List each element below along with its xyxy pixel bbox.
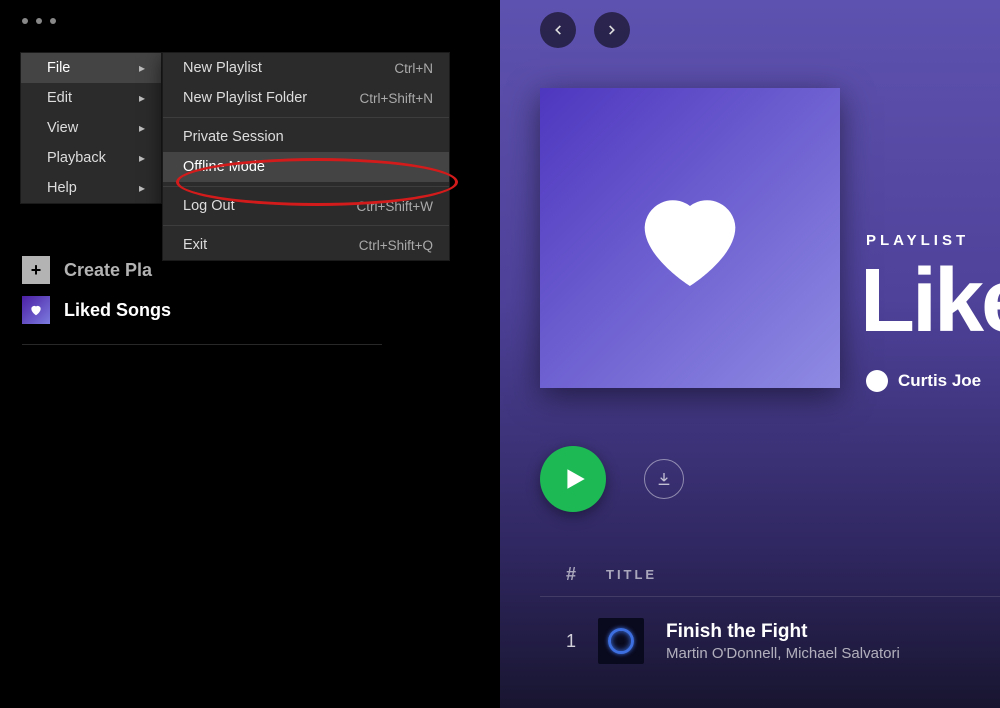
window-controls[interactable]	[22, 18, 56, 24]
menu-item-label: Log Out	[183, 198, 235, 214]
playlist-owner-name: Curtis Joe	[898, 371, 981, 391]
window-dot-icon[interactable]	[36, 18, 42, 24]
menu-item-label: File	[47, 60, 70, 76]
column-header-index: #	[546, 564, 576, 585]
left-sidebar-area: + Create Pla Liked Songs File Edit View Pla…	[0, 0, 500, 708]
menu-item-label: View	[47, 120, 78, 136]
nav-forward-button[interactable]	[594, 12, 630, 48]
track-artist: Martin O'Donnell, Michael Salvatori	[666, 645, 900, 662]
menu-item-label: New Playlist Folder	[183, 90, 307, 106]
sidebar-item-label: Create Pla	[64, 260, 152, 281]
app-menu: File Edit View Playback Help	[20, 52, 162, 204]
sidebar-items: + Create Pla Liked Songs	[22, 250, 282, 345]
menu-item-view[interactable]: View	[21, 113, 161, 143]
sidebar-item-label: Liked Songs	[64, 300, 171, 321]
tracklist-header: # TITLE	[546, 564, 657, 585]
window-dot-icon[interactable]	[50, 18, 56, 24]
tracklist-header-divider	[540, 596, 1000, 597]
menu-item-label: Playback	[47, 150, 106, 166]
menu-item-shortcut: Ctrl+Shift+W	[356, 199, 433, 214]
column-header-title: TITLE	[606, 567, 657, 582]
nav-buttons	[540, 12, 630, 48]
track-artwork	[598, 618, 644, 664]
menu-item-log-out[interactable]: Log Out Ctrl+Shift+W	[163, 191, 449, 221]
play-icon	[562, 466, 588, 492]
playlist-actions	[540, 446, 684, 512]
menu-item-new-playlist-folder[interactable]: New Playlist Folder Ctrl+Shift+N	[163, 83, 449, 113]
menu-item-label: New Playlist	[183, 60, 262, 76]
avatar	[866, 370, 888, 392]
heart-icon	[626, 174, 754, 302]
sidebar-divider	[22, 344, 382, 345]
menu-item-shortcut: Ctrl+N	[394, 61, 433, 76]
menu-separator	[163, 225, 449, 226]
chevron-right-icon	[605, 23, 619, 37]
playlist-title: Like	[860, 250, 1000, 353]
download-button[interactable]	[644, 459, 684, 499]
menu-item-shortcut: Ctrl+Shift+Q	[359, 238, 433, 253]
menu-separator	[163, 186, 449, 187]
playlist-pane: PLAYLIST Like Curtis Joe # TITLE 1 Finis…	[500, 0, 1000, 708]
plus-icon: +	[22, 256, 50, 284]
menu-item-offline-mode[interactable]: Offline Mode	[163, 152, 449, 182]
menu-item-label: Private Session	[183, 129, 284, 145]
playlist-cover	[540, 88, 840, 388]
menu-item-exit[interactable]: Exit Ctrl+Shift+Q	[163, 230, 449, 260]
track-index: 1	[546, 631, 576, 652]
menu-item-label: Help	[47, 180, 77, 196]
playlist-owner[interactable]: Curtis Joe	[866, 370, 981, 392]
menu-item-private-session[interactable]: Private Session	[163, 122, 449, 152]
menu-separator	[163, 117, 449, 118]
menu-item-playback[interactable]: Playback	[21, 143, 161, 173]
playlist-type-label: PLAYLIST	[866, 232, 969, 249]
track-row[interactable]: 1 Finish the Fight Martin O'Donnell, Mic…	[546, 618, 900, 664]
app-menu-file-submenu: New Playlist Ctrl+N New Playlist Folder Ctr…	[162, 52, 450, 261]
play-button[interactable]	[540, 446, 606, 512]
menu-item-file[interactable]: File	[21, 53, 161, 83]
nav-back-button[interactable]	[540, 12, 576, 48]
sidebar-liked-songs[interactable]: Liked Songs	[22, 290, 282, 330]
menu-item-new-playlist[interactable]: New Playlist Ctrl+N	[163, 53, 449, 83]
menu-item-label: Exit	[183, 237, 207, 253]
heart-icon	[22, 296, 50, 324]
chevron-left-icon	[551, 23, 565, 37]
menu-item-label: Offline Mode	[183, 159, 265, 175]
window-dot-icon[interactable]	[22, 18, 28, 24]
track-meta: Finish the Fight Martin O'Donnell, Micha…	[666, 621, 900, 662]
menu-item-edit[interactable]: Edit	[21, 83, 161, 113]
menu-item-help[interactable]: Help	[21, 173, 161, 203]
menu-item-label: Edit	[47, 90, 72, 106]
menu-item-shortcut: Ctrl+Shift+N	[359, 91, 433, 106]
download-icon	[656, 471, 672, 487]
track-title: Finish the Fight	[666, 621, 900, 643]
